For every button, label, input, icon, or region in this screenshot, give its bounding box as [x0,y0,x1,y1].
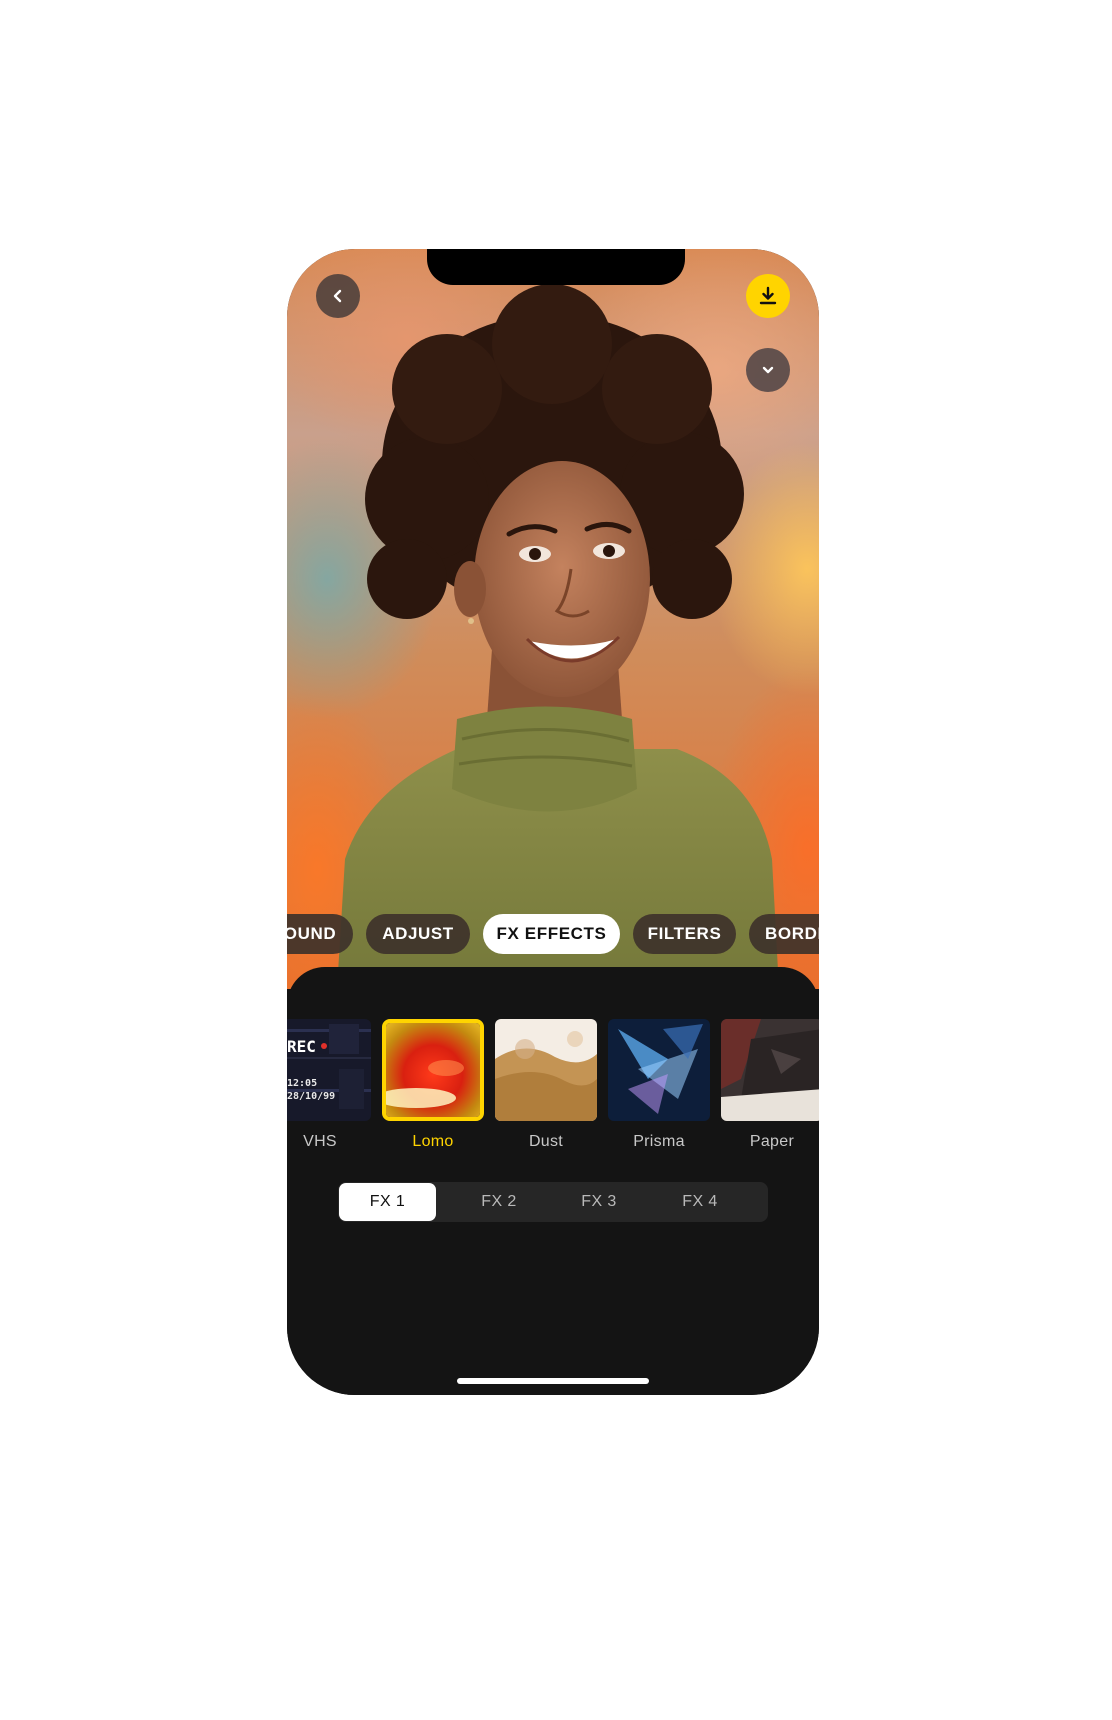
effect-thumb-dust[interactable] [495,1019,597,1121]
effect-label-paper: Paper [749,1133,795,1150]
vhs-preview-image: REC 12:05 28/10/99 [287,1019,371,1121]
tab-label: BORDI [765,924,819,943]
effects-panel: REC 12:05 28/10/99 VHS Lomo Dust Prisma … [287,967,819,1395]
fx-variant-segmented-control: FX 1 FX 2 FX 3 FX 4 [338,1182,768,1222]
vhs-time-text: 12:05 [287,1078,317,1089]
back-button[interactable] [316,274,360,318]
effect-label-dust: Dust [528,1133,564,1150]
device-notch [427,249,685,285]
fx-segment-1[interactable]: FX 1 [339,1183,436,1221]
phone-screen: OUND ADJUST FX EFFECTS FILTERS BORDI REC [287,249,819,1395]
tab-filters[interactable]: FILTERS [633,914,736,954]
photo-preview [287,249,819,989]
category-tab-bar: OUND ADJUST FX EFFECTS FILTERS BORDI [287,914,819,954]
dust-preview-image [495,1019,597,1121]
portrait-photo [337,284,779,989]
effect-label-prisma: Prisma [633,1133,685,1150]
tab-fx-effects[interactable]: FX EFFECTS [483,914,620,954]
tab-background[interactable]: OUND [287,914,353,954]
download-button[interactable] [746,274,790,318]
segment-label: FX 2 [481,1193,517,1210]
vhs-date-text: 28/10/99 [287,1091,335,1102]
effect-label-vhs: VHS [303,1133,337,1150]
effect-thumb-prisma[interactable] [608,1019,710,1121]
fx-segment-3[interactable]: FX 3 [554,1182,644,1222]
tab-label: FILTERS [647,924,722,943]
fx-segment-2[interactable]: FX 2 [454,1182,544,1222]
chevron-down-icon [762,366,774,374]
lomo-preview-image [386,1023,480,1117]
effect-label-lomo: Lomo [412,1133,454,1150]
tab-label: ADJUST [382,924,454,943]
collapse-panel-button[interactable] [746,348,790,392]
download-icon [759,286,777,305]
tab-label: OUND [287,924,337,943]
effect-thumb-paper[interactable] [721,1019,819,1121]
chevron-left-icon [333,289,342,303]
tab-adjust[interactable]: ADJUST [366,914,470,954]
fx-segment-4[interactable]: FX 4 [655,1182,745,1222]
prisma-preview-image [608,1019,710,1121]
segment-label: FX 1 [369,1193,406,1210]
paper-preview-image [721,1019,819,1121]
tab-borders[interactable]: BORDI [749,914,819,954]
effect-thumb-lomo[interactable] [382,1019,484,1121]
vhs-rec-text: REC [287,1037,316,1056]
segment-label: FX 3 [581,1193,617,1210]
rec-dot-icon [321,1043,327,1049]
segment-label: FX 4 [682,1193,718,1210]
tab-label: FX EFFECTS [496,924,607,943]
home-indicator[interactable] [457,1378,649,1384]
effect-thumb-vhs[interactable]: REC 12:05 28/10/99 [287,1019,371,1121]
